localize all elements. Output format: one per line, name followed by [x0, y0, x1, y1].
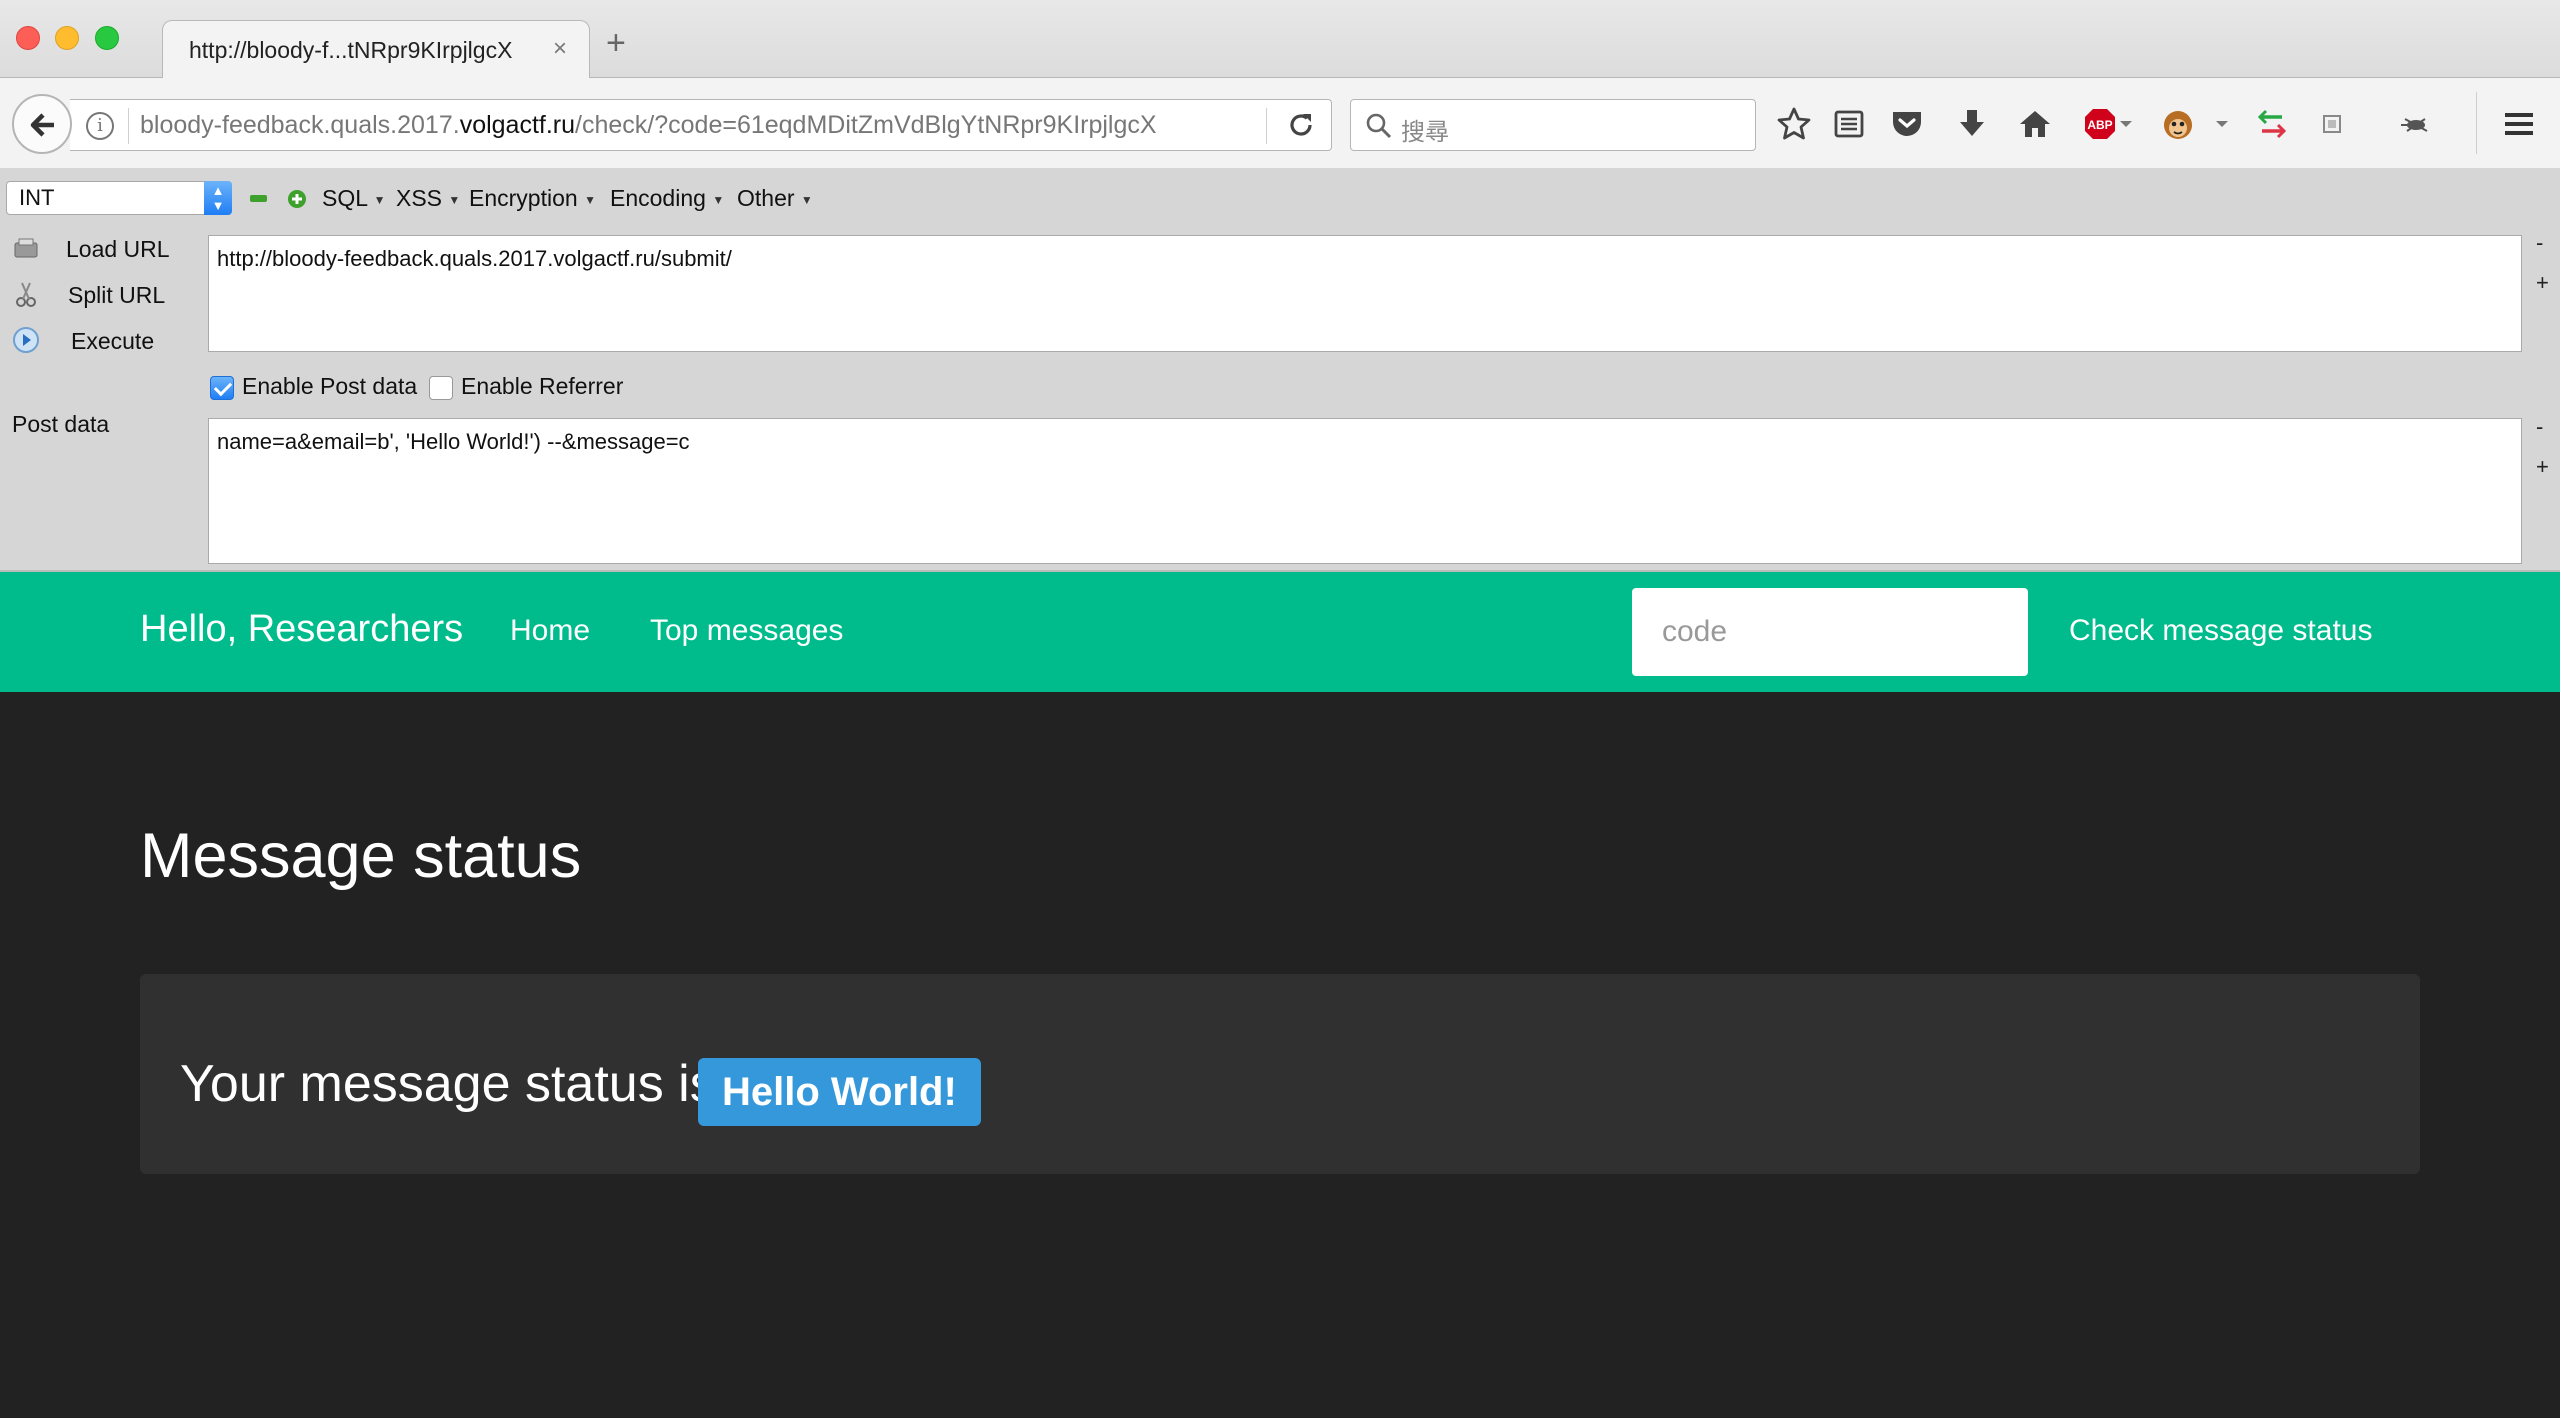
url-grow-button[interactable]: + — [2536, 270, 2549, 296]
execute-label: Execute — [71, 328, 155, 354]
back-arrow-icon — [30, 113, 54, 137]
decrease-icon[interactable] — [250, 195, 267, 202]
split-url-icon — [16, 282, 36, 307]
execute-icon — [13, 327, 39, 353]
check-status-button[interactable]: Check message status — [2069, 614, 2372, 648]
switch-proxy-icon[interactable] — [2252, 104, 2292, 144]
url-prefix: bloody-feedback.quals.2017. — [140, 111, 460, 139]
sql-menu[interactable]: SQL ▼ — [322, 185, 385, 212]
other-caret-icon: ▼ — [800, 192, 813, 207]
toolbar-divider — [2476, 92, 2477, 154]
encoding-menu-label: Encoding — [610, 185, 706, 211]
post-data-textarea[interactable]: name=a&email=b', 'Hello World!') --&mess… — [208, 418, 2522, 564]
other-menu[interactable]: Other ▼ — [737, 185, 813, 212]
tab-title: http://bloody-f...tNRpr9KIrpjlgcX — [189, 37, 513, 63]
load-url-label: Load URL — [66, 236, 170, 262]
load-url-icon — [14, 238, 38, 258]
other-menu-label: Other — [737, 185, 795, 211]
firebug-icon[interactable] — [2395, 104, 2435, 144]
split-url-label: Split URL — [68, 282, 166, 308]
type-select[interactable]: INT ▲ ▼ — [6, 181, 232, 215]
encoding-menu[interactable]: Encoding ▼ — [610, 185, 724, 212]
browser-tab[interactable]: http://bloody-f...tNRpr9KIrpjlgcX × — [162, 20, 590, 78]
post-grow-button[interactable]: + — [2536, 454, 2549, 480]
url-suffix: /check/?code=61eqdMDitZmVdBlgYtNRpr9KIrp… — [575, 111, 1157, 139]
bookmark-star-icon[interactable] — [1774, 104, 1814, 144]
hamburger-menu-icon[interactable] — [2499, 104, 2539, 144]
load-url-button[interactable]: Load URL — [10, 232, 200, 266]
browser-titlebar: http://bloody-f...tNRpr9KIrpjlgcX × + — [0, 0, 2560, 78]
encryption-menu-label: Encryption — [469, 185, 578, 211]
greasemonkey-icon[interactable] — [2158, 104, 2198, 144]
url-shrink-button[interactable]: - — [2536, 230, 2543, 256]
post-data-label: Post data — [12, 411, 110, 437]
minimize-window-button[interactable] — [55, 26, 79, 50]
hackbar-url-textarea[interactable]: http://bloody-feedback.quals.2017.volgac… — [208, 235, 2522, 352]
execute-button[interactable]: Execute — [10, 324, 200, 358]
tab-close-icon[interactable]: × — [553, 35, 567, 63]
sql-menu-label: SQL — [322, 185, 368, 211]
encryption-menu[interactable]: Encryption ▼ — [469, 185, 596, 212]
encoding-caret-icon: ▼ — [712, 192, 725, 207]
xss-menu[interactable]: XSS ▼ — [396, 185, 460, 212]
url-divider — [128, 108, 129, 144]
new-tab-button[interactable]: + — [606, 26, 626, 60]
zoom-window-button[interactable] — [95, 26, 119, 50]
home-icon[interactable] — [2015, 104, 2055, 144]
xss-menu-label: XSS — [396, 185, 443, 211]
url-domain: volgactf.ru — [459, 111, 576, 139]
search-box[interactable]: 搜尋 — [1350, 99, 1756, 151]
enable-referrer-label: Enable Referrer — [461, 373, 624, 399]
site-navbar: Hello, Researchers Home Top messages cod… — [0, 572, 2560, 692]
back-button[interactable] — [12, 94, 72, 154]
search-icon — [1366, 113, 1392, 139]
greasemonkey-dropdown-icon[interactable] — [2214, 104, 2230, 144]
download-icon[interactable] — [1952, 104, 1992, 144]
encryption-caret-icon: ▼ — [584, 192, 596, 207]
code-input[interactable]: code — [1632, 588, 2028, 676]
hackbar-panel: INT ▲ ▼ SQL ▼ XSS ▼ Encryption ▼ Encoding… — [0, 168, 2560, 572]
enable-post-checkbox[interactable] — [210, 376, 234, 400]
reload-divider — [1266, 108, 1267, 144]
site-info-icon[interactable]: i — [86, 112, 114, 140]
post-shrink-button[interactable]: - — [2536, 414, 2543, 440]
sql-caret-icon: ▼ — [373, 192, 386, 207]
code-input-placeholder: code — [1662, 615, 1728, 648]
xss-caret-icon: ▼ — [448, 192, 461, 207]
site-brand[interactable]: Hello, Researchers — [140, 608, 463, 651]
enable-referrer-checkbox[interactable] — [429, 376, 453, 400]
page-title: Message status — [140, 821, 582, 891]
pocket-icon[interactable] — [1887, 104, 1927, 144]
status-badge: Hello World! — [698, 1058, 981, 1126]
reload-icon[interactable] — [1286, 110, 1316, 140]
extension-icon[interactable] — [2312, 104, 2352, 144]
browser-toolbar: i bloody-feedback.quals.2017.volgactf.ru… — [0, 78, 2560, 168]
select-arrows-icon: ▲ ▼ — [204, 181, 232, 215]
status-panel: Your message status is Hello World! — [140, 974, 2420, 1174]
nav-top-messages-link[interactable]: Top messages — [650, 614, 843, 648]
adblock-plus-icon[interactable]: ABP — [2080, 104, 2120, 144]
adblock-dropdown-icon[interactable] — [2118, 104, 2134, 144]
url-bar[interactable]: i bloody-feedback.quals.2017.volgactf.ru… — [70, 99, 1332, 151]
split-url-button[interactable]: Split URL — [10, 278, 200, 312]
increase-icon[interactable] — [287, 189, 307, 209]
nav-home-link[interactable]: Home — [510, 614, 590, 648]
reading-list-icon[interactable] — [1829, 104, 1869, 144]
type-select-value: INT — [19, 185, 55, 210]
search-placeholder: 搜尋 — [1401, 119, 1449, 146]
status-text: Your message status is — [180, 1055, 716, 1113]
close-window-button[interactable] — [16, 26, 40, 50]
url-text[interactable]: bloody-feedback.quals.2017.volgactf.ru/c… — [140, 111, 1157, 140]
svg-text:ABP: ABP — [2087, 118, 2112, 132]
site-main: Message status Your message status is He… — [0, 692, 2560, 1418]
enable-post-label: Enable Post data — [242, 373, 418, 399]
